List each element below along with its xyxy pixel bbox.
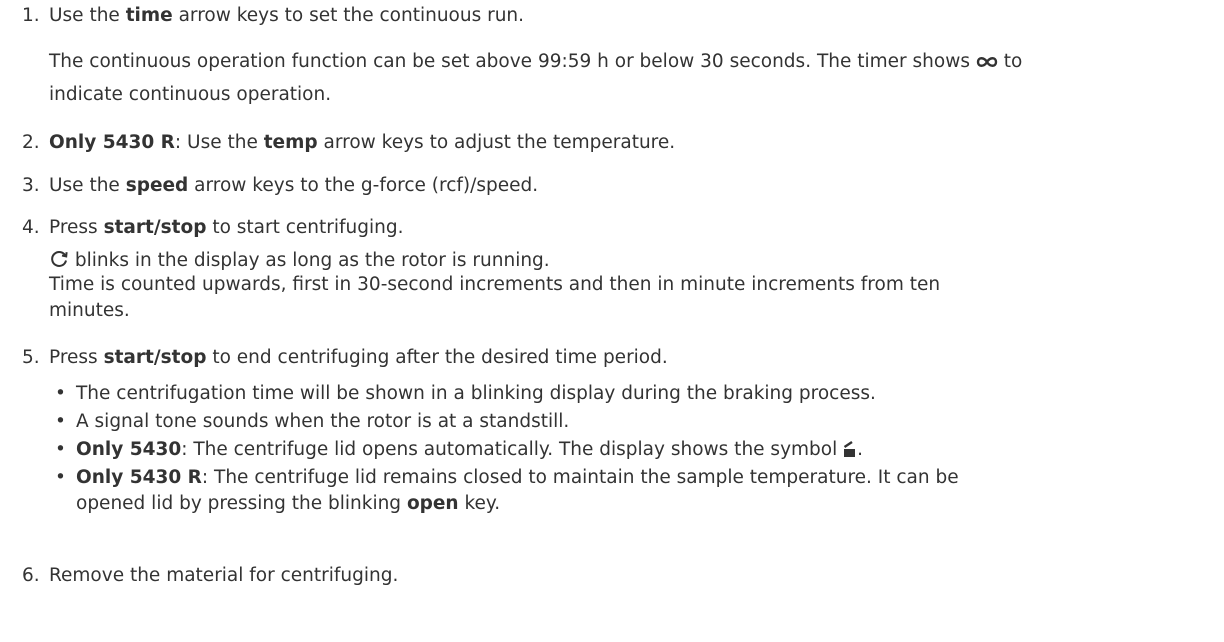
- list-item: A signal tone sounds when the rotor is a…: [76, 411, 570, 432]
- bullet-dot: •: [55, 383, 66, 404]
- step-number: 1.: [22, 5, 40, 26]
- bullet-dot: •: [55, 411, 66, 432]
- step-number: 2.: [22, 132, 40, 153]
- list-item-continuation: opened lid by pressing the blinking open…: [76, 493, 501, 514]
- step-4-result-line1: blinks in the display as long as the rot…: [49, 249, 550, 273]
- step-1-text: Use the time arrow keys to set the conti…: [49, 5, 525, 26]
- step-6-text: Remove the material for centrifuging.: [49, 565, 399, 586]
- step-number: 6.: [22, 565, 40, 586]
- step-1-note-line2: indicate continuous operation.: [49, 84, 332, 105]
- step-4-text: Press start/stop to start centrifuging.: [49, 217, 404, 238]
- step-3-text: Use the speed arrow keys to the g-force …: [49, 175, 539, 196]
- step-number: 5.: [22, 347, 40, 368]
- step-5-text: Press start/stop to end centrifuging aft…: [49, 347, 668, 368]
- rotation-icon: [51, 251, 68, 267]
- lid-open-icon: [843, 441, 856, 457]
- infinity-icon: [976, 57, 998, 67]
- step-4-result-line2: Time is counted upwards, first in 30-sec…: [49, 274, 941, 295]
- step-number: 3.: [22, 175, 40, 196]
- step-2-text: Only 5430 R: Use the temp arrow keys to …: [49, 132, 676, 153]
- step-number: 4.: [22, 217, 40, 238]
- list-item: Only 5430 R: The centrifuge lid remains …: [76, 467, 959, 488]
- bullet-dot: •: [55, 439, 66, 460]
- bullet-dot: •: [55, 467, 66, 488]
- instruction-page: 1. Use the time arrow keys to set the co…: [0, 0, 1224, 642]
- step-1-note-line1: The continuous operation function can be…: [49, 51, 1023, 72]
- list-item: Only 5430: The centrifuge lid opens auto…: [76, 439, 864, 460]
- list-item: The centrifugation time will be shown in…: [76, 383, 876, 404]
- step-4-result-line3: minutes.: [49, 300, 130, 321]
